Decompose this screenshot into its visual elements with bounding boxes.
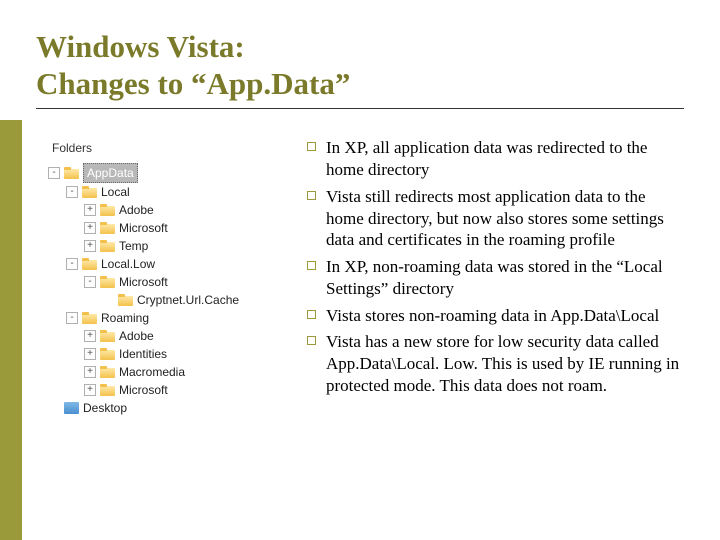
folder-icon bbox=[82, 312, 97, 324]
tree-node[interactable]: - Local bbox=[48, 183, 283, 201]
folder-icon bbox=[64, 167, 79, 179]
tree-node-label: Microsoft bbox=[119, 273, 168, 291]
tree-node-label: Local.Low bbox=[101, 255, 155, 273]
expand-icon[interactable]: + bbox=[84, 240, 96, 252]
expand-icon[interactable]: + bbox=[84, 366, 96, 378]
accent-bar bbox=[0, 120, 22, 540]
bullet-icon bbox=[307, 191, 316, 200]
tree-node[interactable]: - Microsoft bbox=[48, 273, 283, 291]
tree-node-label: Cryptnet.Url.Cache bbox=[137, 291, 239, 309]
folder-icon bbox=[100, 204, 115, 216]
expand-icon[interactable]: + bbox=[84, 330, 96, 342]
title-line1: Windows Vista: bbox=[36, 29, 245, 64]
folder-icon bbox=[100, 276, 115, 288]
tree-node[interactable]: - AppData bbox=[48, 163, 283, 183]
desktop-icon bbox=[64, 402, 79, 414]
tree-node[interactable]: + Identities bbox=[48, 345, 283, 363]
tree-node-label: Local bbox=[101, 183, 130, 201]
bullet-text: In XP, all application data was redirect… bbox=[326, 137, 684, 181]
collapse-icon[interactable]: - bbox=[84, 276, 96, 288]
bullet-list: In XP, all application data was redirect… bbox=[307, 137, 684, 401]
folder-icon bbox=[100, 240, 115, 252]
bullet-item: Vista still redirects most application d… bbox=[307, 186, 684, 251]
bullet-text: In XP, non-roaming data was stored in th… bbox=[326, 256, 684, 300]
tree-node-label: Adobe bbox=[119, 201, 154, 219]
bullet-text: Vista has a new store for low security d… bbox=[326, 331, 684, 396]
bullet-item: Vista has a new store for low security d… bbox=[307, 331, 684, 396]
folder-tree: Folders -AppData-Local+Adobe+Microsoft+T… bbox=[48, 137, 283, 417]
collapse-icon[interactable]: - bbox=[66, 186, 78, 198]
bullet-icon bbox=[307, 310, 316, 319]
tree-node[interactable]: + Adobe bbox=[48, 327, 283, 345]
tree-node-label: Temp bbox=[119, 237, 148, 255]
page-title: Windows Vista: Changes to “App.Data” bbox=[36, 28, 684, 109]
tree-node-label: Adobe bbox=[119, 327, 154, 345]
folder-icon bbox=[100, 384, 115, 396]
tree-node-label: Desktop bbox=[83, 399, 127, 417]
tree-node-label: Identities bbox=[119, 345, 167, 363]
tree-node[interactable]: + Temp bbox=[48, 237, 283, 255]
title-line2: Changes to “App.Data” bbox=[36, 66, 350, 101]
bullet-text: Vista still redirects most application d… bbox=[326, 186, 684, 251]
tree-node-label: Microsoft bbox=[119, 219, 168, 237]
tree-node[interactable]: Desktop bbox=[48, 399, 283, 417]
folder-icon bbox=[100, 330, 115, 342]
folder-icon bbox=[118, 294, 133, 306]
tree-node-label: Roaming bbox=[101, 309, 149, 327]
folder-icon bbox=[82, 186, 97, 198]
tree-node-label: Microsoft bbox=[119, 381, 168, 399]
folder-icon bbox=[100, 348, 115, 360]
tree-node-label: Macromedia bbox=[119, 363, 185, 381]
toggle-spacer bbox=[48, 402, 60, 414]
bullet-icon bbox=[307, 261, 316, 270]
bullet-icon bbox=[307, 336, 316, 345]
collapse-icon[interactable]: - bbox=[48, 167, 60, 179]
tree-node[interactable]: + Macromedia bbox=[48, 363, 283, 381]
folder-icon bbox=[100, 366, 115, 378]
tree-node[interactable]: + Microsoft bbox=[48, 381, 283, 399]
tree-node[interactable]: - Roaming bbox=[48, 309, 283, 327]
tree-node[interactable]: - Local.Low bbox=[48, 255, 283, 273]
tree-node[interactable]: + Microsoft bbox=[48, 219, 283, 237]
tree-node-label: AppData bbox=[83, 163, 138, 183]
bullet-item: In XP, non-roaming data was stored in th… bbox=[307, 256, 684, 300]
tree-body: -AppData-Local+Adobe+Microsoft+Temp-Loca… bbox=[48, 163, 283, 417]
expand-icon[interactable]: + bbox=[84, 384, 96, 396]
folder-icon bbox=[100, 222, 115, 234]
tree-node[interactable]: + Adobe bbox=[48, 201, 283, 219]
expand-icon[interactable]: + bbox=[84, 222, 96, 234]
tree-header: Folders bbox=[48, 137, 283, 159]
expand-icon[interactable]: + bbox=[84, 348, 96, 360]
collapse-icon[interactable]: - bbox=[66, 312, 78, 324]
bullet-text: Vista stores non-roaming data in App.Dat… bbox=[326, 305, 659, 327]
toggle-spacer bbox=[102, 294, 114, 306]
collapse-icon[interactable]: - bbox=[66, 258, 78, 270]
bullet-item: Vista stores non-roaming data in App.Dat… bbox=[307, 305, 684, 327]
slide: Windows Vista: Changes to “App.Data” Fol… bbox=[0, 0, 720, 417]
content-row: Folders -AppData-Local+Adobe+Microsoft+T… bbox=[36, 137, 684, 417]
bullet-icon bbox=[307, 142, 316, 151]
bullet-item: In XP, all application data was redirect… bbox=[307, 137, 684, 181]
folder-icon bbox=[82, 258, 97, 270]
expand-icon[interactable]: + bbox=[84, 204, 96, 216]
tree-node[interactable]: Cryptnet.Url.Cache bbox=[48, 291, 283, 309]
